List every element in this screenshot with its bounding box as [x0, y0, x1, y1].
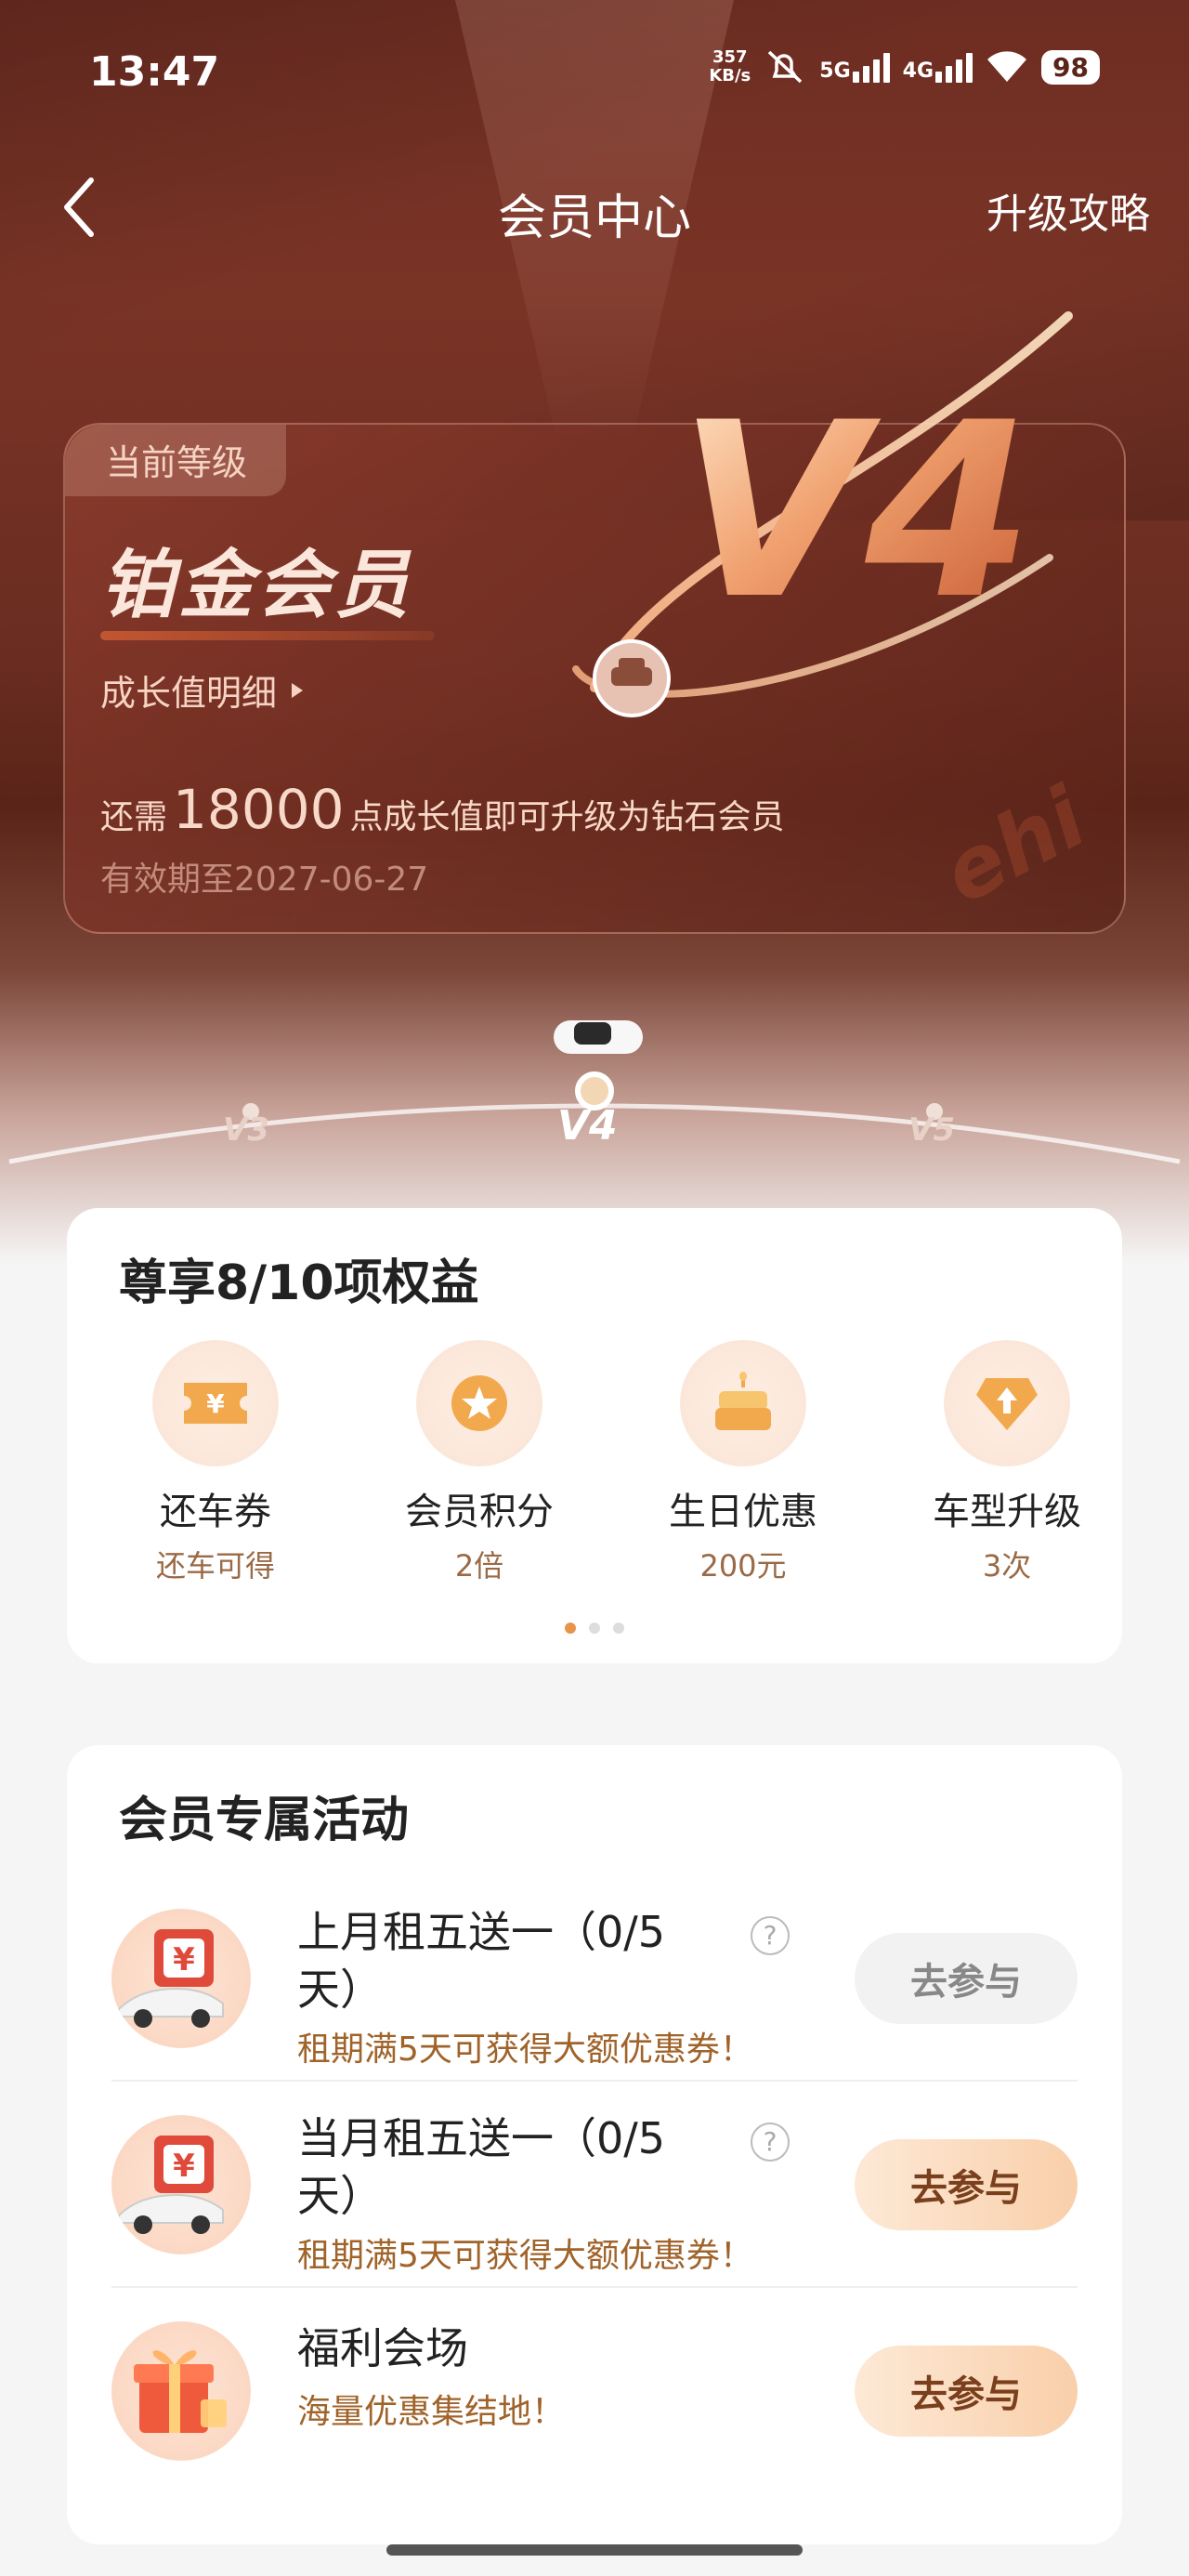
level-underline [100, 631, 435, 640]
timeline-level-v3: V3 [223, 1111, 269, 1149]
status-time: 13:47 [89, 48, 220, 96]
signal-5g: 5G [819, 51, 890, 83]
upgrade-guide-link[interactable]: 升级攻略 [986, 180, 1150, 240]
coupon-car-image: ¥ [111, 2115, 251, 2254]
signal-4g-label: 4G [902, 59, 934, 83]
battery-indicator: 98 [1041, 49, 1100, 85]
activity-row: 福利会场 海量优惠集结地！ 去参与 [111, 2288, 1078, 2494]
current-level-tag: 当前等级 [65, 425, 287, 496]
level-timeline: V3 V4 V5 [0, 994, 1189, 1180]
benefit-return-coupon[interactable]: ¥ 还车券 还车可得 [113, 1340, 318, 1585]
valid-until: 有效期至2027-06-27 [100, 861, 429, 899]
page-dot [613, 1623, 624, 1634]
page-indicator [67, 1623, 1122, 1634]
v4-badge-text: V4 [678, 372, 1033, 652]
net-speed: 357 KB/s [709, 48, 751, 85]
benefit-car-upgrade[interactable]: 车型升级 3次 [905, 1340, 1109, 1585]
benefit-label: 还车券 [160, 1491, 271, 1533]
join-button[interactable]: 去参与 [855, 2346, 1078, 2437]
upgrade-requirement: 还需 18000 点成长值即可升级为钻石会员 [100, 778, 785, 841]
activity-title: 福利会场 [297, 2323, 468, 2373]
activity-row: ¥ 当月租五送一（0/5天） ? 租期满5天可获得大额优惠券！ 去参与 [111, 2082, 1078, 2288]
benefit-label: 会员积分 [405, 1491, 554, 1533]
signal-4g: 4G [903, 51, 973, 83]
benefit-label: 生日优惠 [669, 1491, 817, 1533]
home-indicator[interactable] [386, 2544, 803, 2556]
wifi-icon [987, 51, 1027, 82]
upgrade-points: 18000 [173, 778, 345, 841]
activities-card: 会员专属活动 ¥ 上月租五送一（0/5天） ? 租期满5天可获得大额优惠券！ 去… [67, 1745, 1122, 2544]
svg-text:¥: ¥ [173, 2148, 195, 2185]
benefit-label: 车型升级 [933, 1491, 1081, 1533]
growth-detail-link[interactable]: 成长值明细 [100, 664, 304, 716]
activity-subtitle: 租期满5天可获得大额优惠券！ [297, 2031, 753, 2069]
activity-title: 当月租五送一（0/5天） [297, 2113, 666, 2221]
benefit-birthday[interactable]: 生日优惠 200元 [641, 1340, 845, 1585]
benefits-card: 尊享8/10项权益 ¥ 还车券 还车可得 会员积分 2倍 生日优惠 200元 车… [67, 1208, 1122, 1663]
benefits-title: 尊享8/10项权益 [119, 1255, 479, 1311]
ticket-icon: ¥ [184, 1383, 247, 1424]
page-dot-active [565, 1623, 576, 1634]
page-dot [589, 1623, 600, 1634]
upgrade-suffix: 点成长值即可升级为钻石会员 [349, 798, 785, 836]
benefit-sub: 3次 [982, 1548, 1032, 1584]
signal-5g-label: 5G [819, 59, 851, 83]
status-bar: 13:47 357 KB/s 5G 4G 98 [0, 0, 1189, 149]
activity-row: ¥ 上月租五送一（0/5天） ? 租期满5天可获得大额优惠券！ 去参与 [111, 1875, 1078, 2082]
growth-detail-label: 成长值明细 [100, 673, 278, 714]
upgrade-prefix: 还需 [100, 798, 168, 836]
gift-box-image [111, 2321, 251, 2461]
timeline-level-v5: V5 [908, 1111, 955, 1149]
benefit-member-points[interactable]: 会员积分 2倍 [377, 1340, 581, 1585]
benefit-sub: 2倍 [454, 1548, 504, 1584]
activities-title: 会员专属活动 [119, 1793, 410, 1848]
mute-icon [768, 50, 803, 84]
timeline-level-v4: V4 [557, 1102, 618, 1150]
svg-text:¥: ¥ [206, 1388, 225, 1419]
level-name: 铂金会员 [100, 542, 412, 628]
triangle-right-icon [292, 682, 304, 698]
net-speed-value: 357 [712, 47, 748, 67]
cake-icon [715, 1372, 771, 1430]
activity-subtitle: 海量优惠集结地！ [297, 2393, 566, 2431]
status-indicators: 357 KB/s 5G 4G 98 [709, 48, 1100, 85]
net-speed-unit: KB/s [709, 66, 751, 85]
join-button-disabled[interactable]: 去参与 [855, 1933, 1078, 2024]
svg-text:¥: ¥ [173, 1941, 195, 1978]
coupon-car-image: ¥ [111, 1909, 251, 2048]
help-icon[interactable]: ? [751, 1916, 790, 1955]
join-button[interactable]: 去参与 [855, 2139, 1078, 2230]
help-icon[interactable]: ? [751, 2123, 790, 2162]
top-navigation: 会员中心 升级攻略 [0, 167, 1189, 251]
ehi-watermark: ehi [927, 769, 1102, 924]
benefit-sub: 200元 [699, 1548, 787, 1584]
star-coin-icon [451, 1375, 507, 1431]
benefit-sub: 还车可得 [155, 1548, 275, 1584]
timeline-arc [8, 1020, 1181, 1164]
activity-subtitle: 租期满5天可获得大额优惠券！ [297, 2237, 753, 2275]
v4-badge-art: V4 [572, 311, 1073, 717]
diamond-up-icon [976, 1378, 1038, 1430]
activity-title: 上月租五送一（0/5天） [297, 1907, 666, 2015]
